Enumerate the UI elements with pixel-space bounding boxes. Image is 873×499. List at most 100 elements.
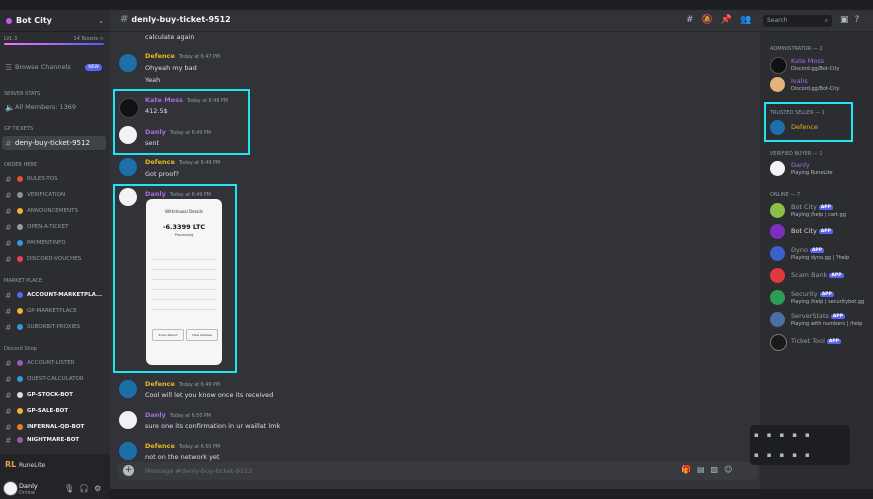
- header-tools: #🔕📌👥: [686, 15, 759, 25]
- threads-icon[interactable]: #: [686, 15, 702, 25]
- member-item[interactable]: Kate Moss Discord.gg/Bot-City: [770, 56, 870, 76]
- search-input[interactable]: Search ⌕: [763, 15, 832, 27]
- channel-label: GP-STOCK-BOT: [27, 392, 73, 398]
- ticket-icon: [17, 224, 23, 230]
- pin-icon[interactable]: 📌: [721, 15, 740, 25]
- avatar[interactable]: [119, 158, 137, 176]
- app-badge: APP: [829, 272, 844, 278]
- hash-icon: #: [5, 358, 12, 368]
- boost-count: 14 Boosts >: [73, 36, 104, 42]
- gift-icon[interactable]: 🎁: [681, 465, 697, 474]
- inbox-icon[interactable]: ▣: [840, 15, 855, 25]
- tray-icon[interactable]: ▪: [792, 431, 805, 439]
- hash-icon: #: [5, 374, 12, 384]
- mute-bell-icon[interactable]: 🔕: [702, 15, 721, 25]
- hash-icon: #: [5, 254, 12, 264]
- category-market-place[interactable]: MARKET PLACE: [4, 278, 42, 284]
- message-author[interactable]: Danly Today at 6:50 PM: [145, 411, 211, 419]
- avatar[interactable]: [119, 442, 137, 460]
- avatar[interactable]: [119, 54, 137, 72]
- tray-icon[interactable]: ▪: [792, 451, 805, 459]
- tray-icon[interactable]: ▪: [754, 451, 767, 459]
- gif-icon[interactable]: ▤: [697, 465, 711, 474]
- message-composer[interactable]: + Message #denly-buy-ticket-9512 🎁▤▧☺: [118, 462, 758, 480]
- hash-icon: #: [5, 406, 12, 416]
- channel-quest-calculator[interactable]: # QUEST-CALCULATOR: [2, 372, 106, 386]
- message-author[interactable]: Defence Today at 6:47 PM: [145, 52, 220, 60]
- emoji-icon[interactable]: ☺: [724, 465, 738, 474]
- tray-icon[interactable]: ▪: [780, 431, 793, 439]
- member-item[interactable]: Scam Bank APP: [770, 267, 870, 287]
- plus-icon[interactable]: +: [123, 465, 134, 476]
- channel-open-ticket[interactable]: # OPEN-A-TICKET: [2, 220, 106, 234]
- tray-icon[interactable]: ▪: [805, 431, 818, 439]
- sticker-icon[interactable]: ▧: [711, 465, 725, 474]
- new-badge: NEW: [85, 63, 102, 71]
- help-icon[interactable]: ?: [855, 15, 866, 25]
- channel-label: GP-SALE-BOT: [27, 408, 69, 414]
- bot-name: Dyno: [791, 246, 808, 254]
- avatar: [770, 161, 785, 176]
- tray-icon[interactable]: ▪: [805, 451, 818, 459]
- chevron-down-icon[interactable]: ⌄: [98, 17, 104, 25]
- tray-icon[interactable]: ▪: [767, 431, 780, 439]
- channel-verification[interactable]: # VERIFICATION: [2, 188, 106, 202]
- globe-icon: [17, 324, 23, 330]
- activity-name[interactable]: RuneLite: [19, 462, 45, 469]
- member-item[interactable]: Dyno APP Playing dyno.gg | ?help: [770, 245, 870, 265]
- highlight-box: [113, 184, 237, 373]
- timestamp: Today at 6:50 PM: [169, 414, 211, 419]
- channel-vouches[interactable]: # DISCORD-VOUCHES: [2, 252, 106, 266]
- member-item[interactable]: Ticket Tool APP: [770, 333, 870, 353]
- member-item[interactable]: Bot City APP: [770, 223, 870, 243]
- server-name: Bot City: [16, 16, 52, 25]
- avatar: [770, 224, 785, 239]
- bell-icon: [17, 208, 23, 214]
- avatar[interactable]: [119, 411, 137, 429]
- channel-rules[interactable]: # RULES-TOS: [2, 172, 106, 186]
- members-icon[interactable]: 👥: [740, 15, 759, 25]
- hash-icon: #: [5, 138, 12, 148]
- boost-progress-bar: [4, 43, 104, 45]
- member-name: Bot City APP: [791, 227, 833, 235]
- app-badge: APP: [818, 228, 833, 234]
- message-author[interactable]: Defence Today at 6:49 PM: [145, 158, 220, 166]
- message-author[interactable]: Defence Today at 6:49 PM: [145, 380, 220, 388]
- role-header-online: ONLINE — 7: [770, 192, 801, 198]
- member-item[interactable]: Danly Playing RuneLite: [770, 160, 870, 180]
- category-gp-tickets[interactable]: GP TICKETS: [4, 126, 33, 132]
- channel-gp-marketplace[interactable]: # GP-MARKETPLACE: [2, 304, 106, 318]
- channel-paymentinfo[interactable]: # PAYMENTINFO: [2, 236, 106, 250]
- highlight-box: [764, 102, 853, 142]
- category-server-stats[interactable]: SERVER STATS: [4, 91, 40, 97]
- channel-active[interactable]: # deny-buy-ticket-9512: [2, 136, 106, 150]
- message-author[interactable]: Defence Today at 6:50 PM: [145, 442, 220, 450]
- channel-suborbit[interactable]: # SUBORBIT-PROXIES: [2, 320, 106, 334]
- channel-account-lister[interactable]: # ACCOUNT-LISTER: [2, 356, 106, 370]
- category-discord-shop[interactable]: Discord Shop: [4, 346, 37, 352]
- tray-icon[interactable]: ▪: [767, 451, 780, 459]
- stat-members[interactable]: 🔈 All Members: 1369: [2, 100, 106, 114]
- channel-gp-sale-bot[interactable]: # GP-SALE-BOT: [2, 404, 106, 418]
- channel-gp-stock-bot[interactable]: # GP-STOCK-BOT: [2, 388, 106, 402]
- tray-icon[interactable]: ▪: [754, 431, 767, 439]
- member-item[interactable]: ServerStats APP Playing with numbers | /h…: [770, 311, 870, 331]
- tray-icon[interactable]: ▪: [780, 451, 793, 459]
- server-header[interactable]: Bot City ⌄: [0, 10, 110, 32]
- role-header-admin: ADMINISTRATOR — 2: [770, 46, 823, 52]
- author-name: Danly: [145, 411, 166, 419]
- boost-level: LVL 3: [4, 36, 18, 42]
- category-order-here[interactable]: ORDER HERE: [4, 162, 37, 168]
- member-activity: Discord.gg/Bot-City: [791, 66, 840, 72]
- member-name: Ivalis: [791, 77, 808, 85]
- channel-announcements[interactable]: # ANNOUNCEMENTS: [2, 204, 106, 218]
- member-item[interactable]: Ivalis Discord.gg/Bot-City: [770, 76, 870, 96]
- channel-infernal[interactable]: # INFERNAL-QD-BOT: [2, 420, 106, 434]
- channel-account-marketplace[interactable]: # ACCOUNT-MARKETPLA...: [2, 288, 106, 302]
- avatar[interactable]: [119, 380, 137, 398]
- boost-row[interactable]: LVL 3 14 Boosts >: [4, 36, 104, 42]
- member-item[interactable]: Bot City APP Playing /help | cart.gg: [770, 202, 870, 222]
- browse-channels[interactable]: ☰ Browse Channels NEW: [2, 60, 106, 74]
- channel-nightmare[interactable]: # NIGHTMARE-BOT: [2, 436, 106, 444]
- member-item[interactable]: Security APP Playing /help | securitybot.…: [770, 289, 870, 309]
